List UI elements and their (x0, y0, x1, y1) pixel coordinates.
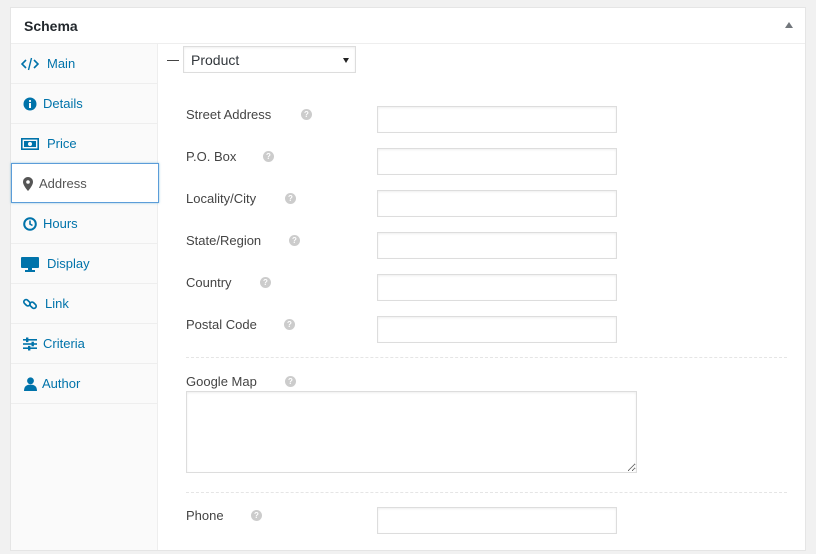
tab-author[interactable]: Author (11, 364, 157, 404)
sliders-icon (21, 336, 39, 352)
state-region-label: State/Region (186, 233, 262, 248)
schema-tabs: Main Details Price Address Hours Display… (11, 44, 159, 550)
help-icon[interactable]: ? (285, 193, 296, 204)
street-address-input[interactable] (377, 106, 617, 133)
tab-display[interactable]: Display (11, 244, 157, 284)
collapse-dash-icon[interactable] (167, 60, 179, 61)
help-icon[interactable]: ? (289, 235, 300, 246)
google-map-label: Google Map (186, 374, 257, 389)
help-icon[interactable]: ? (263, 151, 274, 162)
schema-type-select[interactable]: Product (183, 46, 356, 73)
schema-metabox: Schema Main Details Price Address Hours … (10, 7, 806, 551)
code-icon (21, 56, 39, 72)
tab-author-label: Author (42, 376, 81, 391)
section-divider (186, 357, 787, 358)
user-icon (21, 376, 39, 392)
schema-type-value: Product (191, 52, 240, 68)
collapse-toggle-icon[interactable] (785, 22, 793, 28)
help-icon[interactable]: ? (284, 319, 295, 330)
tab-criteria[interactable]: Criteria (11, 324, 157, 364)
postal-code-label: Postal Code (186, 317, 257, 332)
tab-price-label: Price (47, 136, 77, 151)
money-icon (21, 136, 39, 152)
tab-hours[interactable]: Hours (11, 204, 157, 244)
tab-main-label: Main (47, 56, 76, 71)
country-input[interactable] (377, 274, 617, 301)
tab-hours-label: Hours (43, 216, 78, 231)
tab-details-label: Details (43, 96, 83, 111)
address-panel: Product Street Address ? P.O. Box ? Loca… (159, 44, 805, 550)
desktop-icon (21, 256, 39, 272)
metabox-header[interactable]: Schema (11, 8, 805, 44)
tab-link[interactable]: Link (11, 284, 157, 324)
phone-label: Phone (186, 508, 224, 523)
help-icon[interactable]: ? (285, 376, 296, 387)
link-icon (21, 296, 39, 312)
info-icon (21, 96, 39, 112)
country-label: Country (186, 275, 232, 290)
help-icon[interactable]: ? (260, 277, 271, 288)
po-box-label: P.O. Box (186, 149, 237, 164)
google-map-textarea[interactable] (186, 391, 637, 473)
locality-label: Locality/City (186, 191, 257, 206)
street-address-label: Street Address (186, 107, 272, 122)
tab-link-label: Link (45, 296, 69, 311)
tab-address-label: Address (39, 176, 87, 191)
postal-code-input[interactable] (377, 316, 617, 343)
tab-main[interactable]: Main (11, 44, 157, 84)
po-box-input[interactable] (377, 148, 617, 175)
locality-input[interactable] (377, 190, 617, 217)
metabox-title: Schema (24, 18, 78, 34)
tab-price[interactable]: Price (11, 124, 157, 164)
tab-address[interactable]: Address (11, 163, 159, 203)
tab-details[interactable]: Details (11, 84, 157, 124)
clock-icon (21, 216, 39, 232)
help-icon[interactable]: ? (301, 109, 312, 120)
section-divider (186, 492, 787, 493)
phone-input[interactable] (377, 507, 617, 534)
state-region-input[interactable] (377, 232, 617, 259)
tab-display-label: Display (47, 256, 90, 271)
location-pin-icon (19, 176, 37, 192)
dropdown-caret-icon (343, 58, 349, 63)
tab-criteria-label: Criteria (43, 336, 85, 351)
help-icon[interactable]: ? (251, 510, 262, 521)
